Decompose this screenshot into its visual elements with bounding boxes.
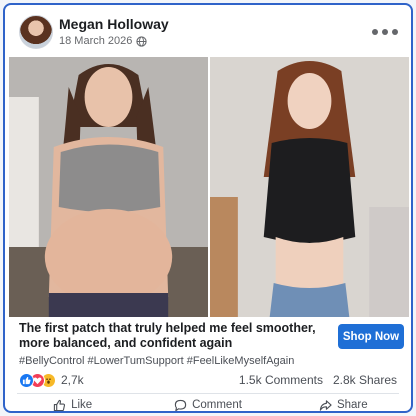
post-date-text: 18 March 2026 (59, 35, 133, 47)
action-bar: Like Comment Share (5, 395, 411, 411)
share-icon (319, 399, 332, 411)
like-button-label: Like (71, 399, 93, 411)
shop-now-button[interactable]: Shop Now (338, 324, 404, 349)
post-date: 18 March 2026 (59, 35, 148, 47)
post-image[interactable] (9, 57, 409, 317)
thumbs-up-icon (53, 399, 66, 411)
before-figure (9, 57, 208, 317)
author-name[interactable]: Megan Holloway (59, 16, 169, 32)
post-header: Megan Holloway 18 March 2026 (5, 5, 411, 57)
like-icon (19, 372, 34, 388)
comment-button[interactable]: Comment (140, 395, 275, 411)
before-photo (9, 57, 208, 317)
post-hashtags[interactable]: #BellyControl #LowerTumSupport #FeelLike… (19, 355, 329, 367)
like-button[interactable]: Like (5, 395, 140, 411)
reaction-count: 2,7k (61, 373, 84, 387)
divider (17, 393, 399, 394)
after-photo (210, 57, 409, 317)
post-caption: The first patch that truly helped me fee… (19, 321, 329, 367)
share-button-label: Share (336, 399, 368, 411)
more-options-icon[interactable] (371, 25, 399, 39)
comment-button-label: Comment (192, 399, 242, 411)
post-card: Megan Holloway 18 March 2026 The first p… (3, 3, 413, 413)
share-count[interactable]: 2.8k Shares (333, 373, 397, 387)
comment-icon (174, 399, 187, 411)
avatar[interactable] (19, 15, 53, 49)
comment-count[interactable]: 1.5k Comments (239, 373, 323, 387)
globe-icon (136, 35, 148, 47)
engagement-stats: 1.5k Comments 2.8k Shares (239, 373, 397, 387)
reactions-summary[interactable]: 2,7k (19, 371, 84, 389)
share-button[interactable]: Share (276, 395, 411, 411)
after-figure (210, 57, 409, 317)
post-headline: The first patch that truly helped me fee… (19, 321, 316, 350)
